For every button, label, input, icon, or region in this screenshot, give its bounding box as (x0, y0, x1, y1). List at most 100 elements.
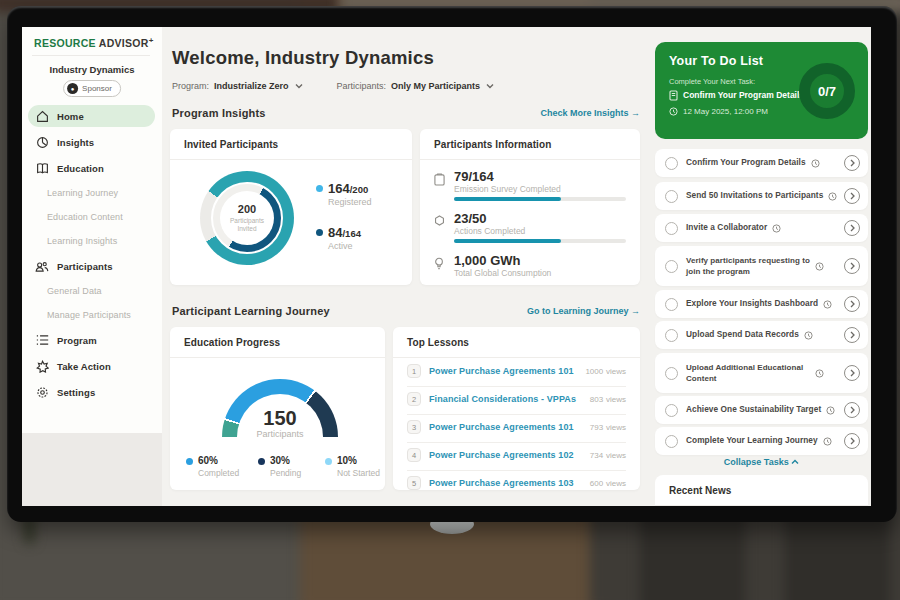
task-go-button[interactable] (844, 327, 860, 343)
todo-progress-value: 0/7 (818, 84, 836, 99)
filters-row: Program:Industrialize Zero Participants:… (172, 81, 494, 91)
task-row[interactable]: Invite a Collaborator (655, 214, 868, 242)
task-go-button[interactable] (844, 258, 860, 274)
clock-icon (815, 262, 824, 271)
divider (170, 159, 412, 160)
task-checkbox[interactable] (665, 157, 678, 170)
check-more-insights-link[interactable]: Check More Insights → (492, 108, 640, 118)
todo-next-task: Confirm Your Program Details (683, 90, 804, 100)
task-checkbox[interactable] (665, 367, 678, 380)
task-go-button[interactable] (844, 220, 860, 236)
card-title: Invited Participants (184, 139, 278, 150)
task-row[interactable]: Verify participants requesting to join t… (655, 246, 868, 286)
gauge-center-label: Participants (222, 429, 338, 439)
monitor-bezel: RESOURCE ADVISOR+ Industry Dynamics ● Sp… (7, 6, 897, 522)
task-checkbox[interactable] (665, 298, 678, 311)
task-checkbox[interactable] (665, 435, 678, 448)
legend-dot (316, 229, 323, 236)
page-title: Welcome, Industry Dynamics (172, 47, 434, 69)
survey-icon (434, 173, 445, 186)
task-go-button[interactable] (844, 402, 860, 418)
sidebar-footer-area (22, 433, 162, 506)
lesson-link[interactable]: Power Purchase Agreements 101 (429, 422, 574, 432)
sidebar-item-education-content[interactable]: Education Content (22, 205, 162, 229)
sidebar-item-learning-journey[interactable]: Learning Journey (22, 181, 162, 205)
clock-icon (804, 331, 813, 340)
lesson-link[interactable]: Power Purchase Agreements 102 (429, 450, 574, 460)
go-to-learning-journey-link[interactable]: Go to Learning Journey → (472, 306, 640, 316)
task-row[interactable]: Explore Your Insights Dashboard (655, 290, 868, 318)
todo-header-card: Your To Do List Complete Your Next Task:… (655, 42, 868, 139)
gauge-center-value: 150 (222, 407, 338, 430)
todo-progress-ring: 0/7 (799, 63, 855, 119)
clock-icon (772, 224, 781, 233)
lesson-row[interactable]: 1 Power Purchase Agreements 101 1000 vie… (407, 359, 626, 387)
task-checkbox[interactable] (665, 329, 678, 342)
divider (32, 55, 150, 56)
lesson-row[interactable]: 4 Power Purchase Agreements 102 734 view… (407, 443, 626, 471)
app-logo[interactable]: RESOURCE ADVISOR+ (34, 36, 154, 49)
rank-badge: 5 (407, 476, 421, 490)
task-go-button[interactable] (844, 296, 860, 312)
divider (655, 505, 868, 506)
lesson-row[interactable]: 2 Financial Considerations - VPPAs 803 v… (407, 387, 626, 415)
sidebar-item-manage-participants[interactable]: Manage Participants (22, 303, 162, 327)
divider (420, 159, 640, 160)
sidebar-item-education[interactable]: Education (22, 155, 162, 181)
task-row[interactable]: Upload Spend Data Records (655, 321, 868, 349)
invited-donut-chart: 200 Participants Invited (200, 171, 294, 265)
org-name: Industry Dynamics (22, 64, 162, 75)
rank-badge: 3 (407, 420, 421, 434)
rank-badge: 2 (407, 392, 421, 406)
todo-subtitle: Complete Your Next Task: (669, 77, 755, 86)
sidebar-item-program[interactable]: Program (22, 327, 162, 353)
todo-due-date: 12 May 2025, 12:00 PM (683, 107, 768, 116)
sidebar-item-home[interactable]: Home (22, 103, 162, 129)
task-row[interactable]: Upload Additional Educational Content (655, 353, 868, 393)
lesson-link[interactable]: Power Purchase Agreements 103 (429, 478, 574, 488)
participants-icon (35, 259, 49, 273)
task-row[interactable]: Confirm Your Program Details (655, 149, 868, 177)
sidebar-menu: Home Insights Education Learning Journey… (22, 103, 162, 405)
task-checkbox[interactable] (665, 222, 678, 235)
take-action-icon (35, 359, 49, 373)
task-row[interactable]: Complete Your Learning Journey (655, 427, 868, 455)
task-go-button[interactable] (844, 188, 860, 204)
task-row[interactable]: Achieve One Sustainability Target (655, 396, 868, 424)
sidebar-item-settings[interactable]: Settings (22, 379, 162, 405)
rank-badge: 4 (407, 448, 421, 462)
bulb-icon (434, 257, 444, 270)
settings-icon (35, 385, 49, 399)
task-row[interactable]: Send 50 Invitations to Participants (655, 182, 868, 210)
legend-dot (316, 185, 323, 192)
donut-center-value: 200 (238, 203, 256, 215)
lesson-link[interactable]: Power Purchase Agreements 101 (429, 366, 574, 376)
chevron-down-icon (486, 83, 494, 89)
task-go-button[interactable] (844, 433, 860, 449)
participants-information-card: Participants Information 79/164 Emission… (420, 129, 640, 285)
top-lessons-card: Top Lessons 1 Power Purchase Agreements … (393, 327, 640, 490)
sidebar-item-general-data[interactable]: General Data (22, 279, 162, 303)
task-go-button[interactable] (844, 155, 860, 171)
clock-icon (669, 107, 678, 116)
sidebar-item-learning-insights[interactable]: Learning Insights (22, 229, 162, 253)
task-go-button[interactable] (844, 365, 860, 381)
clock-icon (823, 300, 832, 309)
task-checkbox[interactable] (665, 404, 678, 417)
sidebar-item-participants[interactable]: Participants (22, 253, 162, 279)
card-title: Participants Information (434, 139, 551, 150)
collapse-tasks-link[interactable]: Collapse Tasks (655, 457, 868, 467)
participants-filter[interactable]: Participants:Only My Participants (337, 81, 495, 91)
recent-news-title: Recent News (669, 485, 731, 496)
lesson-link[interactable]: Financial Considerations - VPPAs (429, 394, 576, 404)
recent-news-card: Recent News (655, 475, 868, 506)
lesson-row[interactable]: 3 Power Purchase Agreements 101 793 view… (407, 415, 626, 443)
program-filter[interactable]: Program:Industrialize Zero (172, 81, 303, 91)
sidebar: RESOURCE ADVISOR+ Industry Dynamics ● Sp… (22, 27, 162, 506)
sidebar-item-take-action[interactable]: Take Action (22, 353, 162, 379)
task-checkbox[interactable] (665, 260, 678, 273)
lesson-row[interactable]: 5 Power Purchase Agreements 103 600 view… (407, 471, 626, 499)
clock-icon (815, 369, 824, 378)
task-checkbox[interactable] (665, 190, 678, 203)
sidebar-item-insights[interactable]: Insights (22, 129, 162, 155)
